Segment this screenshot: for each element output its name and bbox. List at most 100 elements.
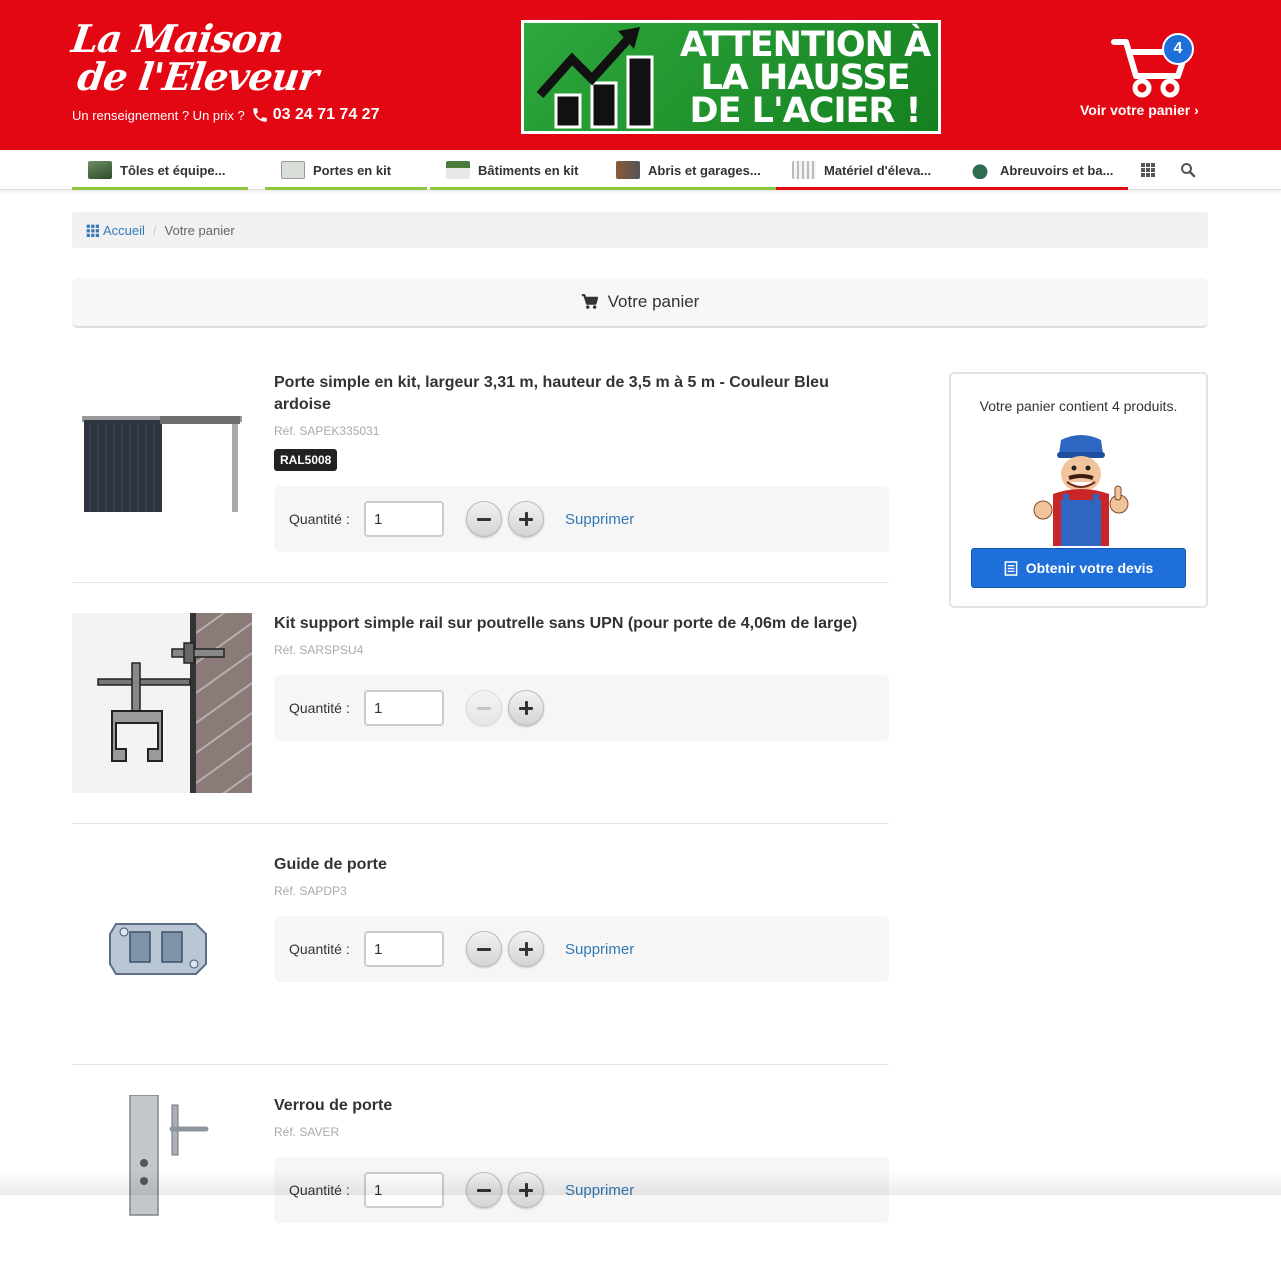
increase-quantity-button[interactable] [508,501,544,537]
increase-quantity-button[interactable] [508,931,544,967]
view-cart-link[interactable]: Voir votre panier › [1080,102,1199,118]
phone-text: 03 24 71 74 27 [272,106,380,123]
category-nav: Tôles et équipe... Portes en kit Bâtimen… [0,150,1281,190]
quantity-box: Quantité : 1 Supprimer [274,486,889,552]
breadcrumb-home[interactable]: Accueil [86,223,145,238]
materiel-thumb-icon [792,161,816,179]
promo-banner[interactable]: ATTENTION À LA HAUSSE DE L'ACIER ! [521,20,941,134]
product-ref: Réf. SARSPSU4 [274,643,364,657]
list-icon [1004,560,1018,576]
quantity-label: Quantité : [289,511,350,527]
product-image[interactable] [72,613,252,793]
product-title[interactable]: Porte simple en kit, largeur 3,31 m, hau… [274,372,864,416]
quantity-input[interactable]: 1 [364,501,444,537]
minus-icon [477,517,491,521]
plus-icon [519,512,533,526]
chart-up-icon [536,27,654,129]
minus-icon [477,947,491,951]
logo-line-1: La Maison [68,16,287,61]
abris-thumb-icon [616,161,640,179]
quantity-label: Quantité : [289,700,350,716]
abreuvoirs-thumb-icon [968,161,992,179]
item-divider [72,582,889,583]
minus-icon [477,706,491,710]
contact-info: Un renseignement ? Un prix ? 03 24 71 74… [72,106,379,124]
phone-icon [252,108,267,122]
scroll-shadow [0,1170,1281,1195]
cart-count-badge: 4 [1162,33,1194,65]
banner-line-3: DE L'ACIER ! [689,91,922,131]
quantity-input[interactable]: 1 [364,690,444,726]
quantity-label: Quantité : [289,941,350,957]
decrease-quantity-button[interactable] [466,501,502,537]
product-image[interactable] [72,372,252,552]
breadcrumb-home-label: Accueil [103,222,145,238]
remove-item-link[interactable]: Supprimer [565,941,634,958]
nav-underline [776,187,952,190]
nav-item-label: Matériel d'éleva... [824,162,932,178]
plus-icon [519,942,533,956]
product-title[interactable]: Kit support simple rail sur poutrelle sa… [274,613,864,635]
quantity-box: Quantité : 1 [274,675,889,741]
nav-item-materiel[interactable]: Matériel d'éleva... [776,150,952,190]
nav-item-portes[interactable]: Portes en kit [265,150,427,190]
view-cart-label: Voir votre panier [1080,102,1191,118]
product-ref: Réf. SAPDP3 [274,884,347,898]
nav-underline [265,187,427,190]
mascot-image [1033,435,1129,546]
nav-underline [600,187,776,190]
nav-item-label: Portes en kit [313,162,392,178]
decrease-quantity-button[interactable] [466,690,502,726]
nav-item-abreuvoirs[interactable]: Abreuvoirs et ba... [952,150,1128,190]
product-image[interactable] [72,854,252,1034]
site-header: La Maison de l'Eleveur Un renseignement … [0,0,1281,150]
portes-thumb-icon [281,161,305,179]
toles-thumb-icon [88,161,112,179]
item-divider [72,1064,889,1065]
product-title[interactable]: Guide de porte [274,854,864,876]
nav-item-label: Bâtiments en kit [478,162,579,178]
get-quote-button[interactable]: Obtenir votre devis [971,548,1186,588]
increase-quantity-button[interactable] [508,690,544,726]
color-tag: RAL5008 [274,449,338,471]
phone-number[interactable]: 03 24 71 74 27 [251,106,380,124]
nav-item-label: Abris et garages... [648,162,761,178]
quantity-input[interactable]: 1 [364,931,444,967]
cart-summary: Votre panier contient 4 produits. Obteni… [949,372,1208,608]
contact-text: Un renseignement ? Un prix ? [72,107,245,123]
breadcrumb-current: Votre panier [164,222,235,238]
cart-summary-text: Votre panier contient 4 produits. [979,398,1178,414]
nav-underline [952,187,1128,190]
nav-item-label: Abreuvoirs et ba... [1000,162,1114,178]
cart-icon [581,294,598,309]
breadcrumb-separator: / [152,222,157,238]
search-icon[interactable] [1178,160,1198,180]
nav-item-label: Tôles et équipe... [120,162,226,178]
quantity-box: Quantité : 1 Supprimer [274,916,889,982]
decrease-quantity-button[interactable] [466,931,502,967]
page-title-box: Votre panier [72,278,1208,328]
nav-item-abris[interactable]: Abris et garages... [600,150,776,190]
chevron-right-icon: › [1194,102,1199,118]
product-ref: Réf. SAPEK335031 [274,424,380,438]
breadcrumb: Accueil / Votre panier [72,212,1208,248]
product-ref: Réf. SAVER [274,1125,340,1139]
item-divider [72,823,889,824]
nav-item-batiments[interactable]: Bâtiments en kit [430,150,600,190]
plus-icon [519,701,533,715]
get-quote-label: Obtenir votre devis [1025,560,1154,576]
grid-icon[interactable] [1138,160,1158,180]
logo-line-2: de l'Eleveur [74,54,321,99]
site-logo[interactable]: La Maison de l'Eleveur [68,16,392,99]
cart-item: Porte simple en kit, largeur 3,31 m, hau… [72,372,889,552]
header-cart[interactable]: 4 Voir votre panier › [1076,30,1216,125]
banner-text: ATTENTION À LA HAUSSE DE L'ACIER ! [674,28,936,131]
page-title: Votre panier [607,292,700,311]
batiments-thumb-icon [446,161,470,179]
nav-underline [72,187,248,190]
nav-underline [430,187,600,190]
nav-item-toles[interactable]: Tôles et équipe... [72,150,248,190]
product-title[interactable]: Verrou de porte [274,1095,864,1117]
cart-item: Guide de porte Réf. SAPDP3 Quantité : 1 … [72,854,889,1034]
remove-item-link[interactable]: Supprimer [565,511,634,528]
